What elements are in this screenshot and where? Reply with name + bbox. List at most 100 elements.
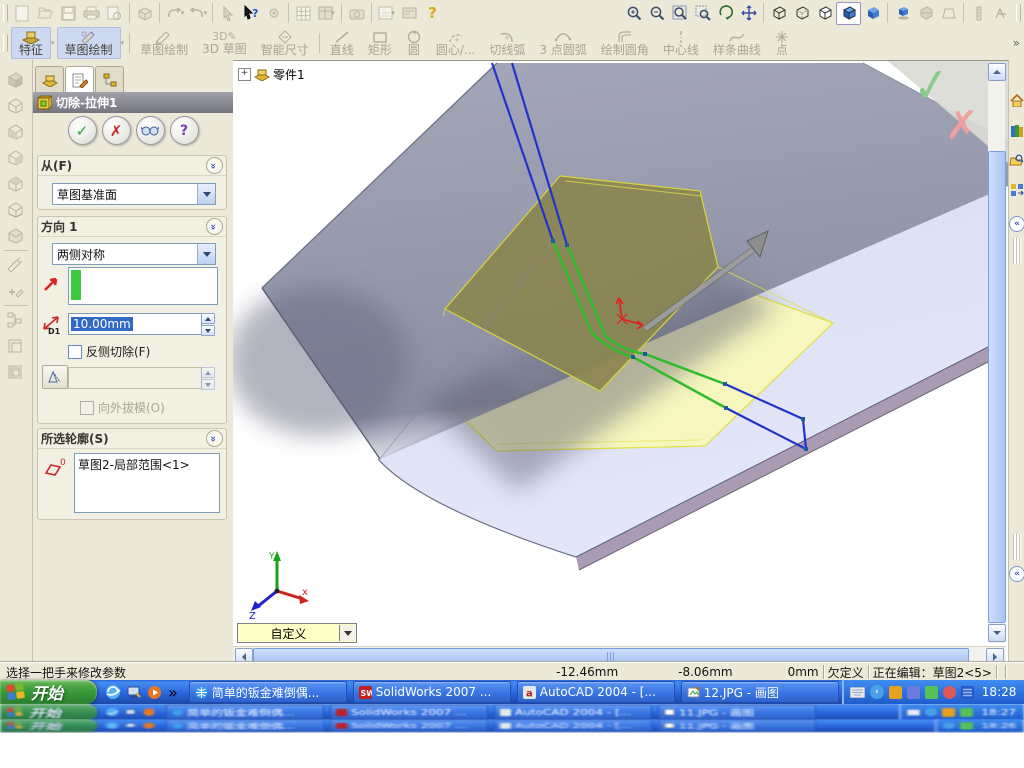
flip-side-checkbox[interactable] — [68, 344, 82, 359]
view-selector-combo[interactable]: 自定义 — [237, 623, 357, 643]
select-help-cursor-icon[interactable]: ? — [239, 3, 262, 24]
smart-dimension-button[interactable]: 智能尺寸 — [254, 27, 316, 59]
part-name[interactable]: 零件1 — [273, 66, 305, 83]
tab-configuration-manager[interactable] — [95, 66, 124, 92]
undo-icon[interactable]: ▾ — [163, 3, 186, 24]
line-tool-button[interactable]: 直线 — [323, 27, 361, 59]
collapse-direction1-button[interactable]: « — [206, 218, 223, 235]
direction-reference-listbox[interactable] — [68, 267, 218, 305]
features-flyout-arrow[interactable]: ▾ — [51, 27, 57, 59]
taskbar-item-browser[interactable]: 简单的钣金难倒偶... — [188, 681, 347, 703]
sketch3d-button[interactable]: 3D✎ 3D 草图 — [195, 27, 254, 59]
graphics-viewport[interactable]: ✓ ✗ + 零件1 Y x Z 自定义 — [233, 60, 1008, 665]
features-button[interactable]: 特征 — [11, 27, 52, 59]
tab-feature-manager[interactable] — [35, 66, 64, 92]
keyboard-tray-icon[interactable] — [849, 686, 865, 698]
sketch-bead-icon[interactable] — [262, 3, 285, 24]
sketch-flyout-button[interactable]: 草图绘制 — [56, 27, 121, 59]
view-isometric-icon[interactable] — [3, 224, 27, 248]
spiral-feature2-icon[interactable] — [3, 360, 27, 384]
tree-expand-box[interactable]: + — [238, 68, 251, 81]
depth-spin-down[interactable] — [201, 325, 215, 336]
tangent-arc-tool-button[interactable]: + 切线弧 — [482, 27, 532, 59]
spline-tool-button[interactable]: 样条曲线 — [706, 27, 768, 59]
view-selector-arrow[interactable] — [339, 625, 356, 641]
direction-arrow-icon[interactable] — [42, 273, 62, 297]
toolbar-grip[interactable] — [3, 34, 8, 52]
cancel-button[interactable]: ✗ — [101, 116, 131, 145]
sketch-button[interactable]: 草图绘制 — [133, 27, 195, 59]
collapse-contours-button[interactable]: « — [206, 430, 223, 447]
taskpane-drag-handle[interactable] — [1013, 238, 1021, 264]
sketch-flyout-arrow[interactable]: ▾ — [121, 27, 127, 59]
help-icon[interactable]: ? — [421, 3, 444, 24]
grid-icon[interactable] — [292, 3, 315, 24]
show-desktop-icon[interactable] — [127, 685, 141, 700]
three-point-arc-tool-button[interactable]: 3 点圆弧 — [532, 27, 593, 59]
drawing-sheet-icon[interactable]: ▾ — [375, 3, 398, 24]
centerline-tool-button[interactable]: 中心线 — [656, 27, 706, 59]
start-button[interactable]: 开始 — [0, 680, 97, 704]
shaded-cube-icon[interactable] — [861, 3, 884, 24]
print-preview-icon[interactable] — [103, 3, 126, 24]
taskbar-item-paint[interactable]: 12.JPG - 画图 — [680, 681, 839, 703]
scroll-up-button[interactable] — [988, 63, 1006, 81]
wireframe-cube-icon[interactable] — [767, 3, 790, 24]
view-right-icon[interactable] — [3, 146, 27, 170]
preview-button[interactable] — [135, 116, 165, 145]
model-canvas[interactable]: ✓ ✗ — [233, 61, 1008, 646]
end-condition-dropdown-arrow[interactable] — [197, 244, 215, 264]
toolbar-grip[interactable] — [3, 4, 8, 22]
taskbar-item-solidworks[interactable]: SW SolidWorks 2007 ... — [352, 681, 511, 703]
normal-to-icon[interactable] — [3, 253, 27, 277]
shadow-cube-icon[interactable] — [891, 3, 914, 24]
media-player-icon[interactable] — [147, 685, 162, 700]
view-palette-icon[interactable] — [1009, 182, 1024, 198]
taskbar-item-autocad[interactable]: a AutoCAD 2004 - [... — [516, 681, 675, 703]
scroll-down-button[interactable] — [988, 624, 1006, 642]
tray-icon-green[interactable] — [924, 685, 938, 699]
redo-icon[interactable]: ▾ — [186, 3, 209, 24]
options-icon[interactable] — [398, 3, 421, 24]
tray-icon-ime[interactable] — [960, 685, 974, 699]
tray-icon-red[interactable] — [942, 685, 956, 699]
sketch-edit-icon[interactable] — [3, 279, 27, 303]
collapse-taskpane-chevron-icon[interactable]: « — [1009, 216, 1024, 232]
publish-box-icon[interactable] — [133, 3, 156, 24]
open-file-icon[interactable] — [34, 3, 57, 24]
zoom-out-icon[interactable] — [645, 3, 668, 24]
view-left-icon[interactable] — [3, 120, 27, 144]
hidden-lines-cube-icon[interactable] — [790, 3, 813, 24]
collapse-bottom-chevron-icon[interactable]: « — [1009, 566, 1024, 582]
toolbar-grip[interactable] — [1016, 4, 1021, 22]
centerpoint-arc-tool-button[interactable]: + 圆心/... — [429, 27, 483, 59]
pan-icon[interactable] — [737, 3, 760, 24]
view-front-icon[interactable] — [3, 68, 27, 92]
rectangle-tool-button[interactable]: 矩形 — [361, 27, 399, 59]
new-file-icon[interactable] — [11, 3, 34, 24]
solidworks-resources-icon[interactable] — [1009, 92, 1024, 108]
view-back-icon[interactable] — [3, 94, 27, 118]
point-tool-button[interactable]: 点 — [768, 27, 796, 59]
from-dropdown-arrow[interactable] — [197, 184, 215, 204]
perspective-icon[interactable] — [937, 3, 960, 24]
tray-icon-purple[interactable] — [906, 685, 920, 699]
mass-props-icon[interactable] — [990, 3, 1013, 24]
print-icon[interactable] — [80, 3, 103, 24]
zoom-area-icon[interactable] — [691, 3, 714, 24]
select-cursor-icon[interactable] — [216, 3, 239, 24]
shaded-edges-cube-icon[interactable] — [836, 1, 861, 25]
hide-tray-icons-chevron[interactable]: ‹ — [869, 685, 884, 699]
depth-spinner[interactable] — [201, 313, 215, 336]
ok-button[interactable]: ✓ — [67, 116, 97, 145]
depth-input[interactable]: 10.00mm — [68, 313, 202, 335]
contour-list-item[interactable]: 草图2-局部范围<1> — [75, 454, 219, 475]
quick-launch-overflow-icon[interactable]: » — [168, 683, 178, 702]
zoom-in-icon[interactable] — [622, 3, 645, 24]
design-library-icon[interactable] — [1009, 122, 1024, 138]
table-icon[interactable]: ▾ — [315, 3, 338, 24]
vertical-scroll-thumb[interactable] — [988, 151, 1006, 623]
clock[interactable]: 18:28 — [982, 685, 1017, 699]
rotate-view-icon[interactable] — [714, 3, 737, 24]
draft-button[interactable] — [42, 365, 68, 389]
